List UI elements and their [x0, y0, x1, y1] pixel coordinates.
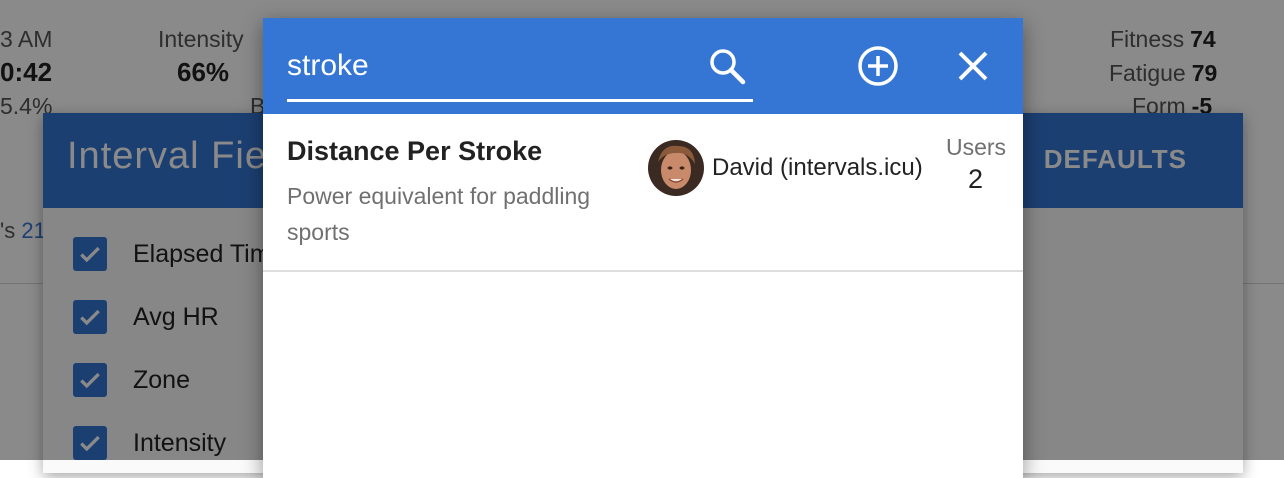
avatar — [648, 140, 704, 196]
result-name: Distance Per Stroke — [287, 136, 543, 166]
result-author: David (intervals.icu) — [712, 154, 923, 181]
search-icon[interactable] — [707, 46, 747, 86]
close-icon[interactable] — [955, 48, 991, 84]
field-search-dialog: Distance Per Stroke Power equivalent for… — [263, 18, 1023, 478]
search-dialog-header — [263, 18, 1023, 114]
users-label: Users — [946, 134, 1007, 160]
search-field — [287, 44, 753, 102]
result-description: Power equivalent for paddling sports — [287, 183, 591, 245]
users-count: 2 — [968, 164, 984, 194]
add-circle-icon[interactable] — [857, 45, 899, 87]
search-input[interactable] — [287, 44, 687, 88]
search-result-row[interactable]: Distance Per Stroke Power equivalent for… — [263, 114, 1023, 272]
